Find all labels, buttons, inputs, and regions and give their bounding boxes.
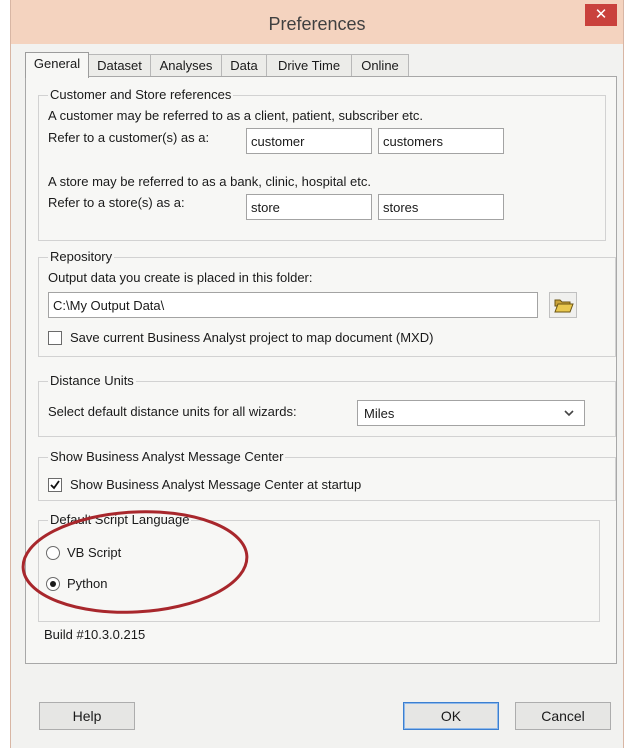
cancel-button[interactable]: Cancel xyxy=(515,702,611,730)
output-folder-field[interactable]: C:\My Output Data\ xyxy=(48,292,538,318)
tab-dataset[interactable]: Dataset xyxy=(88,54,151,76)
store-singular-field[interactable]: store xyxy=(246,194,372,220)
repository-title: Repository xyxy=(48,249,115,264)
tab-analyses[interactable]: Analyses xyxy=(150,54,222,76)
preferences-dialog: Preferences ✕ General Dataset Analyses D… xyxy=(10,0,624,748)
distance-units-select[interactable]: Miles xyxy=(357,400,585,426)
close-button[interactable]: ✕ xyxy=(585,4,617,26)
customer-description: A customer may be referred to as a clien… xyxy=(48,108,424,123)
message-center-group: Show Business Analyst Message Center Sho… xyxy=(38,449,616,501)
distance-units-title: Distance Units xyxy=(48,373,136,388)
store-plural-field[interactable]: stores xyxy=(378,194,504,220)
window-title: Preferences xyxy=(268,14,366,34)
ok-button[interactable]: OK xyxy=(403,702,499,730)
message-center-label: Show Business Analyst Message Center at … xyxy=(70,477,362,492)
repository-description: Output data you create is placed in this… xyxy=(48,270,313,285)
tab-general[interactable]: General xyxy=(25,52,89,78)
save-project-checkbox[interactable] xyxy=(48,331,62,345)
store-label: Refer to a store(s) as a: xyxy=(48,195,185,210)
tab-data[interactable]: Data xyxy=(221,54,267,76)
customer-singular-field[interactable]: customer xyxy=(246,128,372,154)
checkmark-icon xyxy=(50,480,60,490)
close-icon: ✕ xyxy=(594,6,608,23)
customer-plural-field[interactable]: customers xyxy=(378,128,504,154)
store-description: A store may be referred to as a bank, cl… xyxy=(48,174,371,189)
distance-units-value: Miles xyxy=(364,406,395,421)
browse-folder-button[interactable] xyxy=(549,292,577,318)
distance-units-label: Select default distance units for all wi… xyxy=(48,404,297,419)
message-center-checkbox[interactable] xyxy=(48,478,62,492)
customer-label: Refer to a customer(s) as a: xyxy=(48,130,210,145)
save-project-label: Save current Business Analyst project to… xyxy=(70,330,434,345)
build-number: Build #10.3.0.215 xyxy=(44,627,146,642)
highlight-ellipse xyxy=(21,510,249,614)
help-button[interactable]: Help xyxy=(39,702,135,730)
distance-units-group: Distance Units Select default distance u… xyxy=(38,373,616,437)
chevron-down-icon xyxy=(564,410,574,417)
repository-group: Repository Output data you create is pla… xyxy=(38,249,616,357)
folder-open-icon xyxy=(554,299,574,313)
title-bar: Preferences ✕ xyxy=(11,0,623,44)
tab-online[interactable]: Online xyxy=(351,54,409,76)
customer-store-group: Customer and Store references A customer… xyxy=(38,87,606,241)
tab-drive-time[interactable]: Drive Time xyxy=(266,54,352,76)
message-center-title: Show Business Analyst Message Center xyxy=(48,449,286,464)
customer-store-title: Customer and Store references xyxy=(48,87,234,102)
